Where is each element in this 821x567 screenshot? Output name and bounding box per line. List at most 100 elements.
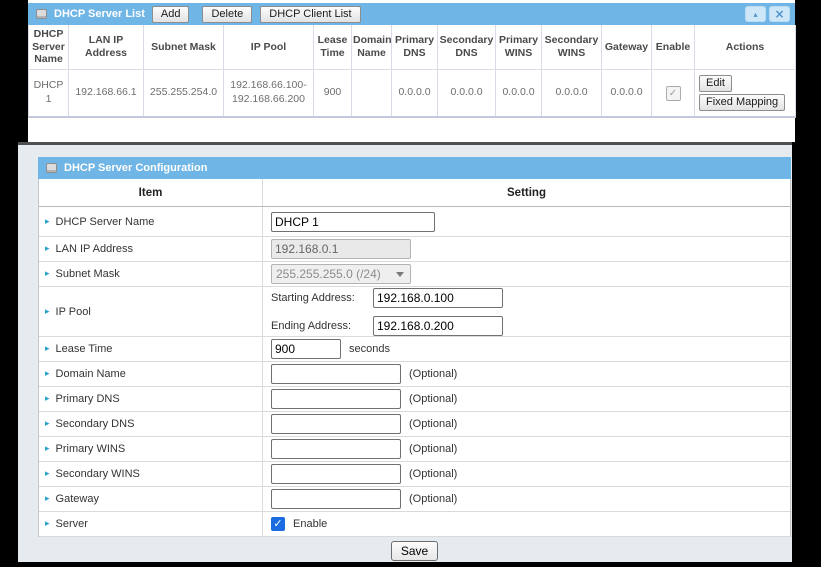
cell-lease-time: 900 xyxy=(314,70,352,118)
dhcp-server-configuration-panel: DHCP Server Configuration Item Setting ▸… xyxy=(18,142,792,562)
configuration-table: Item Setting ▸ DHCP Server Name ▸ LAN IP… xyxy=(38,179,791,537)
dhcp-server-name-input[interactable] xyxy=(271,212,435,232)
secondary-dns-input[interactable] xyxy=(271,414,401,434)
dhcp-server-list-title: DHCP Server List xyxy=(54,8,145,20)
panel-toggle-icon xyxy=(36,9,47,19)
configuration-header-row: Item Setting xyxy=(39,179,790,207)
primary-wins-label: Primary WINS xyxy=(56,443,126,455)
lease-time-unit: seconds xyxy=(349,343,390,355)
row-gateway: ▸ Gateway (Optional) xyxy=(39,487,790,512)
cell-primary-wins: 0.0.0.0 xyxy=(496,70,542,118)
col-primary-dns: Primary DNS xyxy=(392,25,438,70)
row-domain-name: ▸ Domain Name (Optional) xyxy=(39,362,790,387)
save-button[interactable]: Save xyxy=(391,541,438,561)
col-actions: Actions xyxy=(695,25,796,70)
row-ip-pool: ▸ IP Pool Starting Address: Ending Addre… xyxy=(39,287,790,337)
row-arrow-icon: ▸ xyxy=(45,217,50,227)
secondary-wins-note: (Optional) xyxy=(409,468,457,480)
gateway-input[interactable] xyxy=(271,489,401,509)
cell-gateway: 0.0.0.0 xyxy=(602,70,652,118)
delete-button[interactable]: Delete xyxy=(202,6,252,23)
row-arrow-icon: ▸ xyxy=(45,244,50,254)
subnet-mask-selected-value: 255.255.255.0 (/24) xyxy=(276,267,381,281)
secondary-dns-label: Secondary DNS xyxy=(56,418,135,430)
row-primary-dns: ▸ Primary DNS (Optional) xyxy=(39,387,790,412)
row-lease-time: ▸ Lease Time seconds xyxy=(39,337,790,362)
dhcp-server-list-panel: DHCP Server List Add Delete DHCP Client … xyxy=(28,0,795,142)
gateway-label: Gateway xyxy=(56,493,99,505)
lan-ip-address-input xyxy=(271,239,411,259)
col-secondary-dns: Secondary DNS xyxy=(438,25,496,70)
col-dhcp-server-name: DHCP Server Name xyxy=(29,25,69,70)
domain-name-input[interactable] xyxy=(271,364,401,384)
starting-address-label: Starting Address: xyxy=(271,292,373,304)
dhcp-server-configuration-title: DHCP Server Configuration xyxy=(64,162,207,174)
dhcp-server-name-label: DHCP Server Name xyxy=(56,216,155,228)
screen: DHCP Server List Add Delete DHCP Client … xyxy=(0,0,821,567)
col-subnet-mask: Subnet Mask xyxy=(144,25,224,70)
col-lan-ip-address: LAN IP Address xyxy=(69,25,144,70)
server-label: Server xyxy=(56,518,88,530)
cell-enable: ✓ xyxy=(652,70,695,118)
col-ip-pool: IP Pool xyxy=(224,25,314,70)
fixed-mapping-button[interactable]: Fixed Mapping xyxy=(699,94,785,111)
domain-name-note: (Optional) xyxy=(409,368,457,380)
ending-address-input[interactable] xyxy=(373,316,503,336)
subnet-mask-select: 255.255.255.0 (/24) xyxy=(271,264,411,284)
primary-dns-input[interactable] xyxy=(271,389,401,409)
primary-wins-note: (Optional) xyxy=(409,443,457,455)
item-header: Item xyxy=(39,179,263,206)
panel-toggle-icon xyxy=(46,163,57,173)
gateway-note: (Optional) xyxy=(409,493,457,505)
row-arrow-icon: ▸ xyxy=(45,369,50,379)
server-enable-checkbox[interactable]: ✓ xyxy=(271,517,285,531)
col-domain-name: Domain Name xyxy=(352,25,392,70)
col-primary-wins: Primary WINS xyxy=(496,25,542,70)
row-dhcp-server-name: ▸ DHCP Server Name xyxy=(39,207,790,237)
chevron-down-icon xyxy=(396,272,404,277)
row-arrow-icon: ▸ xyxy=(45,444,50,454)
row-arrow-icon: ▸ xyxy=(45,469,50,479)
add-button[interactable]: Add xyxy=(152,6,190,23)
table-header-row: DHCP Server Name LAN IP Address Subnet M… xyxy=(29,25,796,70)
col-lease-time: Lease Time xyxy=(314,25,352,70)
row-arrow-icon: ▸ xyxy=(45,494,50,504)
lease-time-input[interactable] xyxy=(271,339,341,359)
primary-wins-input[interactable] xyxy=(271,439,401,459)
row-arrow-icon: ▸ xyxy=(45,307,50,317)
lease-time-label: Lease Time xyxy=(56,343,113,355)
domain-name-label: Domain Name xyxy=(56,368,126,380)
col-enable: Enable xyxy=(652,25,695,70)
cell-name: DHCP 1 xyxy=(29,70,69,118)
cell-secondary-wins: 0.0.0.0 xyxy=(542,70,602,118)
row-arrow-icon: ▸ xyxy=(45,344,50,354)
dhcp-server-table: DHCP Server Name LAN IP Address Subnet M… xyxy=(28,25,796,118)
cell-domain-name xyxy=(352,70,392,118)
edit-button[interactable]: Edit xyxy=(699,75,732,92)
cell-actions: Edit Fixed Mapping xyxy=(695,70,796,118)
ip-pool-end: 192.168.66.200 xyxy=(225,93,312,107)
col-gateway: Gateway xyxy=(602,25,652,70)
table-row: DHCP 1 192.168.66.1 255.255.254.0 192.16… xyxy=(29,70,796,118)
configuration-footer: Save xyxy=(38,537,791,565)
cell-lan-ip: 192.168.66.1 xyxy=(69,70,144,118)
row-arrow-icon: ▸ xyxy=(45,269,50,279)
secondary-wins-input[interactable] xyxy=(271,464,401,484)
dhcp-client-list-button[interactable]: DHCP Client List xyxy=(260,6,360,23)
row-enable-checkbox-disabled: ✓ xyxy=(666,86,681,101)
server-enable-label: Enable xyxy=(293,518,327,530)
row-secondary-dns: ▸ Secondary DNS (Optional) xyxy=(39,412,790,437)
lan-ip-address-label: LAN IP Address xyxy=(56,243,133,255)
secondary-wins-label: Secondary WINS xyxy=(56,468,140,480)
setting-header: Setting xyxy=(263,179,790,206)
close-button[interactable]: × xyxy=(769,6,790,22)
row-subnet-mask: ▸ Subnet Mask 255.255.255.0 (/24) xyxy=(39,262,790,287)
dhcp-server-configuration-titlebar: DHCP Server Configuration xyxy=(38,157,791,179)
ip-pool-label: IP Pool xyxy=(56,306,91,318)
starting-address-input[interactable] xyxy=(373,288,503,308)
primary-dns-note: (Optional) xyxy=(409,393,457,405)
row-arrow-icon: ▸ xyxy=(45,419,50,429)
col-secondary-wins: Secondary WINS xyxy=(542,25,602,70)
row-server: ▸ Server ✓ Enable xyxy=(39,512,790,537)
collapse-button[interactable]: ▴ xyxy=(745,6,766,22)
